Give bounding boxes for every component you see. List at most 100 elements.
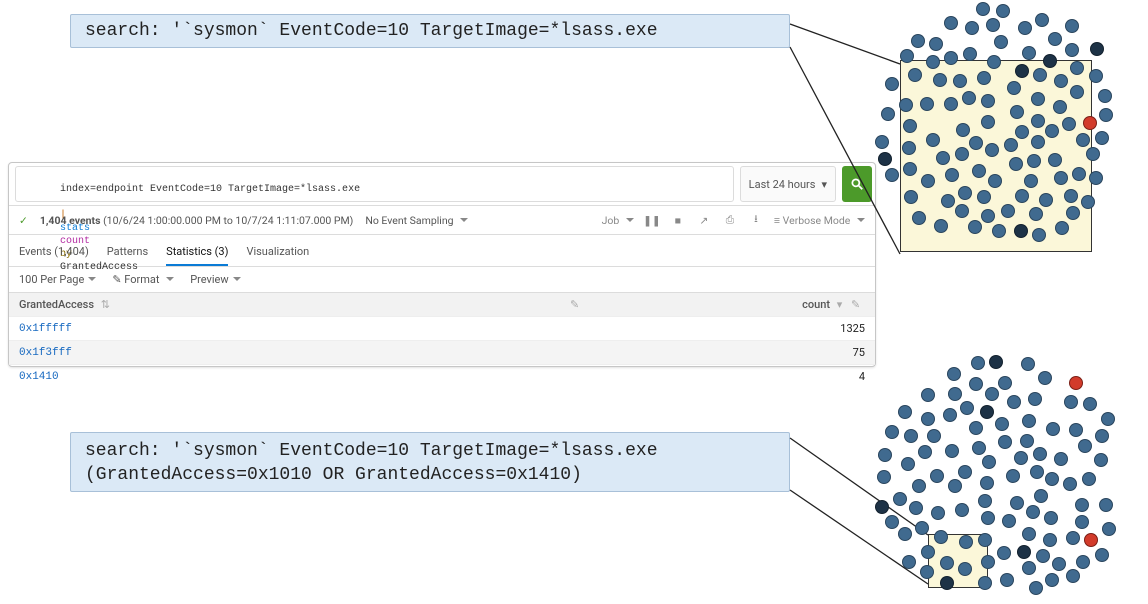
event-dot bbox=[1022, 46, 1036, 60]
event-dot bbox=[1078, 439, 1092, 453]
col-count[interactable]: count bbox=[802, 298, 830, 311]
event-dot bbox=[1020, 434, 1034, 448]
event-dot bbox=[989, 355, 1003, 369]
event-dot bbox=[955, 503, 969, 517]
event-dot bbox=[992, 224, 1006, 238]
event-dot bbox=[1030, 465, 1044, 479]
event-sampling-dropdown[interactable]: No Event Sampling bbox=[365, 214, 468, 227]
event-dot bbox=[944, 97, 958, 111]
event-dot bbox=[978, 494, 992, 508]
event-dot bbox=[1046, 422, 1060, 436]
event-dot bbox=[912, 479, 926, 493]
table-row[interactable]: 0x1410 4 bbox=[9, 364, 875, 388]
event-dot bbox=[969, 136, 983, 150]
event-dot bbox=[885, 515, 899, 529]
event-dot bbox=[959, 535, 973, 549]
event-dot bbox=[987, 55, 1001, 69]
event-dot bbox=[902, 141, 916, 155]
event-dot bbox=[1095, 548, 1109, 562]
edit-column-icon[interactable]: ✎ bbox=[570, 298, 584, 311]
event-dot bbox=[1082, 472, 1096, 486]
event-dot bbox=[998, 376, 1012, 390]
event-dot bbox=[1089, 69, 1103, 83]
event-dot bbox=[1002, 514, 1016, 528]
table-toolbar: 100 Per Page ✎ Format Preview bbox=[9, 267, 875, 293]
event-dot bbox=[1000, 573, 1014, 587]
event-dot bbox=[945, 168, 959, 182]
share-icon[interactable]: ↗ bbox=[696, 212, 712, 228]
tab-statistics[interactable]: Statistics (3) bbox=[166, 241, 228, 266]
anomaly-dot bbox=[1069, 376, 1083, 390]
rows-per-page-dropdown[interactable]: 100 Per Page bbox=[19, 273, 96, 286]
sort-icon[interactable]: ⇅ bbox=[101, 298, 110, 311]
event-dot bbox=[921, 388, 935, 402]
print-icon[interactable]: ⎙ bbox=[722, 212, 738, 228]
event-dot bbox=[958, 465, 972, 479]
event-dot bbox=[878, 448, 892, 462]
event-dot bbox=[885, 425, 899, 439]
event-dot bbox=[1018, 21, 1032, 35]
event-dot bbox=[1054, 74, 1068, 88]
event-dot bbox=[955, 147, 969, 161]
event-dot bbox=[1027, 154, 1041, 168]
format-dropdown[interactable]: ✎ Format bbox=[112, 273, 174, 286]
event-dot bbox=[981, 94, 995, 108]
event-dot bbox=[965, 21, 979, 35]
stop-icon[interactable]: ■ bbox=[670, 212, 686, 228]
search-mode-dropdown[interactable]: ≡ Verbose Mode bbox=[774, 214, 865, 227]
cell-count: 1325 bbox=[840, 322, 865, 335]
anomaly-dot bbox=[1084, 533, 1098, 547]
event-dot bbox=[1075, 498, 1089, 512]
event-dot bbox=[926, 55, 940, 69]
time-range-picker[interactable]: Last 24 hours ▾ bbox=[740, 166, 836, 202]
pause-icon[interactable]: ❚❚ bbox=[644, 212, 660, 228]
sort-down-icon[interactable]: ▾ bbox=[837, 298, 843, 311]
event-dot bbox=[885, 77, 899, 91]
event-dot bbox=[902, 555, 916, 569]
tab-visualization[interactable]: Visualization bbox=[246, 241, 309, 266]
result-cloud-original bbox=[870, 0, 1120, 246]
job-menu[interactable]: Job bbox=[602, 214, 634, 227]
event-dot bbox=[997, 546, 1011, 560]
tab-patterns[interactable]: Patterns bbox=[107, 241, 148, 266]
event-dot bbox=[1098, 89, 1112, 103]
event-dot bbox=[1029, 207, 1043, 221]
event-dot bbox=[958, 186, 972, 200]
mode-label: Verbose Mode bbox=[783, 214, 851, 227]
stats-table: GrantedAccess ⇅ ✎ count ▾ ✎ 0x1fffff 132… bbox=[9, 293, 875, 388]
event-dot bbox=[1034, 489, 1048, 503]
event-dot bbox=[875, 135, 889, 149]
table-row[interactable]: 0x1fffff 1325 bbox=[9, 316, 875, 340]
event-dot bbox=[978, 533, 992, 547]
event-dot bbox=[1022, 527, 1036, 541]
event-dot bbox=[1099, 498, 1113, 512]
tab-events[interactable]: Events (1,404) bbox=[19, 241, 89, 266]
event-dot bbox=[1089, 171, 1103, 185]
bars-icon: ≡ bbox=[774, 214, 780, 227]
run-search-button[interactable] bbox=[842, 166, 872, 202]
download-icon[interactable]: ⭳ bbox=[748, 212, 764, 228]
search-bar-row: index=endpoint EventCode=10 TargetImage=… bbox=[9, 163, 875, 206]
event-dot bbox=[1010, 496, 1024, 510]
cell-count: 75 bbox=[853, 346, 865, 359]
col-granted-access[interactable]: GrantedAccess bbox=[19, 298, 94, 311]
event-dot bbox=[1035, 13, 1049, 27]
event-dot bbox=[1062, 117, 1076, 131]
result-cloud-refined bbox=[870, 350, 1120, 600]
edit-column-icon-2[interactable]: ✎ bbox=[851, 298, 865, 311]
event-dot bbox=[918, 445, 932, 459]
event-dot bbox=[1065, 43, 1079, 57]
event-dot bbox=[963, 47, 977, 61]
event-dot bbox=[1014, 451, 1028, 465]
event-dot bbox=[1036, 549, 1050, 563]
event-dot bbox=[1063, 477, 1077, 491]
event-dot bbox=[934, 530, 948, 544]
spl-query-input[interactable]: index=endpoint EventCode=10 TargetImage=… bbox=[15, 166, 734, 202]
event-dot bbox=[915, 521, 929, 535]
job-label: Job bbox=[602, 214, 620, 227]
event-dot bbox=[1021, 357, 1035, 371]
event-dot bbox=[1095, 131, 1109, 145]
event-dot bbox=[1076, 133, 1090, 147]
preview-dropdown[interactable]: Preview bbox=[190, 273, 240, 286]
table-row[interactable]: 0x1f3fff 75 bbox=[9, 340, 875, 364]
